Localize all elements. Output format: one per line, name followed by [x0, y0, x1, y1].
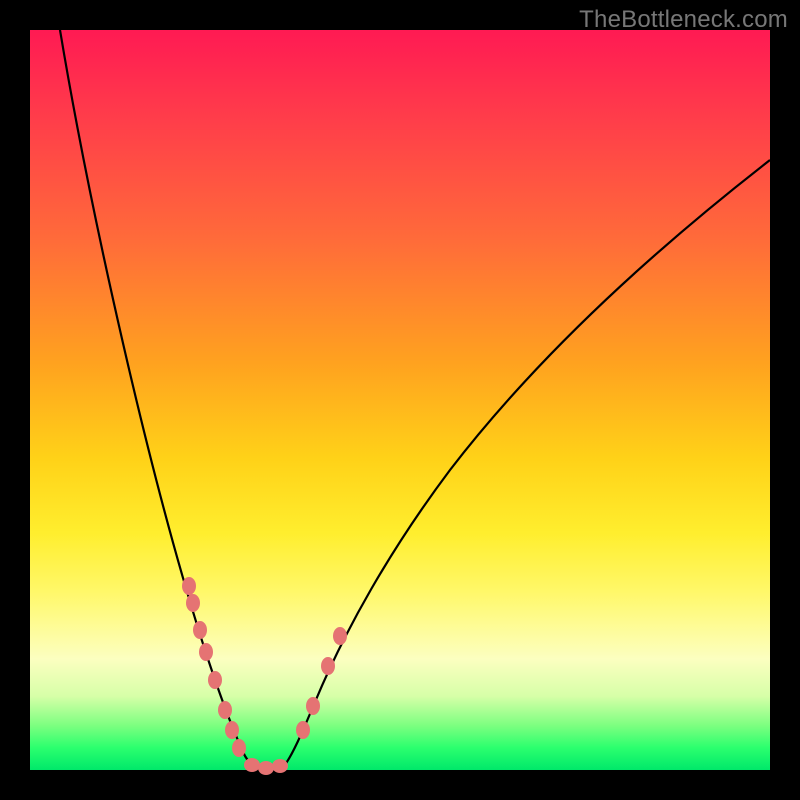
right-curve [270, 160, 770, 770]
dot [182, 577, 196, 595]
right-dots [296, 627, 347, 739]
left-curve [60, 30, 264, 770]
dot [244, 758, 260, 772]
bottom-dots [244, 758, 288, 775]
left-dots [182, 577, 246, 757]
curves-svg [30, 30, 770, 770]
dot [258, 761, 274, 775]
chart-frame: TheBottleneck.com [0, 0, 800, 800]
dot [218, 701, 232, 719]
dot [186, 594, 200, 612]
plot-area [30, 30, 770, 770]
dot [225, 721, 239, 739]
dot [333, 627, 347, 645]
watermark-text: TheBottleneck.com [579, 6, 788, 34]
dot [193, 621, 207, 639]
dot [296, 721, 310, 739]
dot [199, 643, 213, 661]
dot [306, 697, 320, 715]
dot [321, 657, 335, 675]
dot [272, 759, 288, 773]
dot [208, 671, 222, 689]
dot [232, 739, 246, 757]
